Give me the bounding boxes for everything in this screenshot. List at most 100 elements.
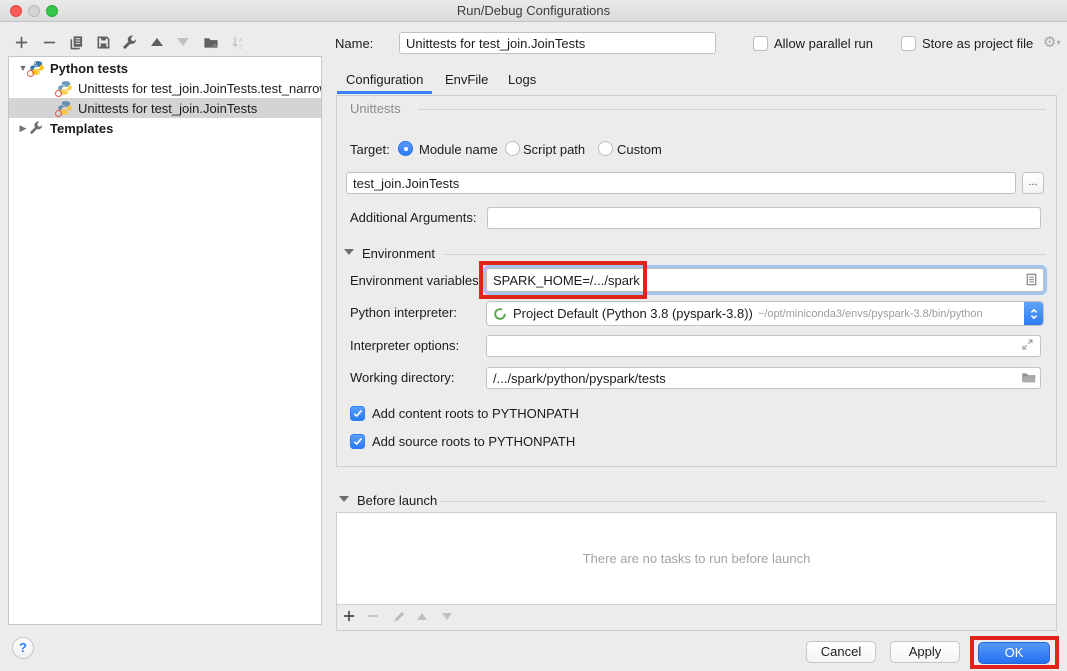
allow-parallel-run-checkbox[interactable] [753,36,768,51]
python-interpreter-label: Python interpreter: [350,302,457,324]
check-icon [353,437,363,446]
move-up-button[interactable] [147,32,167,52]
target-module-name-radio[interactable] [398,141,413,156]
python-interpreter-select[interactable]: Project Default (Python 3.8 (pyspark-3.8… [486,301,1044,326]
svg-text:a: a [238,36,242,43]
tree-item-unittests-test-narrow[interactable]: Unittests for test_join.JoinTests.test_n… [9,78,321,98]
before-launch-group-label: Before launch [357,490,437,512]
tree-item-templates[interactable]: ▶ Templates [9,118,321,138]
python-run-config-icon [57,100,73,116]
working-directory-label: Working directory: [350,367,455,389]
templates-wrench-icon [29,120,45,136]
python-tests-icon [29,60,45,76]
before-launch-empty-text: There are no tasks to run before launch [583,551,811,566]
save-icon [96,35,111,50]
window-title: Run/Debug Configurations [0,0,1067,21]
target-input[interactable] [346,172,1016,194]
copy-configuration-button[interactable] [66,32,86,52]
python-interpreter-path: ~/opt/miniconda3/envs/pyspark-3.8/bin/py… [758,308,983,320]
tab-envfile[interactable]: EnvFile [445,70,488,90]
chevron-down-icon: ▾ [1056,38,1060,47]
name-label: Name: [335,33,373,55]
environment-variables-label: Environment variables: [350,270,482,292]
before-launch-collapse-icon[interactable] [339,496,349,502]
svg-text:z: z [238,43,241,49]
before-launch-edit-button[interactable] [390,607,408,625]
tree-item-unittests-jointests[interactable]: Unittests for test_join.JoinTests [9,98,321,118]
interpreter-options-input[interactable] [486,335,1041,357]
sort-az-icon: az [230,35,245,50]
active-tab-underline [337,91,432,94]
interpreter-options-label: Interpreter options: [350,335,459,357]
target-script-path-radio[interactable] [505,141,520,156]
triangle-up-icon [417,613,427,620]
tests-badge-icon [55,90,62,97]
browse-target-button[interactable]: ... [1022,172,1044,194]
python-run-config-icon [57,80,73,96]
run-debug-configurations-dialog: Run/Debug Configurations az ▼ Python te [0,0,1067,671]
triangle-up-icon [151,38,163,46]
tests-badge-icon [55,110,62,117]
add-source-roots-label: Add source roots to PYTHONPATH [372,431,575,453]
group-rule [441,501,1046,502]
environment-variables-input[interactable] [486,268,1044,292]
save-configuration-button[interactable] [93,32,113,52]
store-options-gear-button[interactable]: ⚙▾ [1043,33,1060,51]
python-interpreter-value: Project Default (Python 3.8 (pyspark-3.8… [513,306,753,321]
working-directory-input[interactable] [486,367,1041,389]
tests-badge-icon [27,70,34,77]
target-custom-radio[interactable] [598,141,613,156]
store-as-project-file-checkbox[interactable] [901,36,916,51]
target-script-path-label: Script path [523,139,585,161]
group-rule [444,254,1046,255]
wrench-icon [122,35,137,50]
new-folder-button[interactable] [201,32,221,52]
minus-icon [43,36,56,49]
check-icon [353,409,363,418]
triangle-down-icon [177,38,189,46]
before-launch-move-down-button[interactable] [438,607,456,625]
name-input[interactable] [399,32,716,54]
tree-item-label: Templates [50,121,113,136]
environment-collapse-icon[interactable] [344,249,354,255]
copy-icon [69,35,84,50]
target-label: Target: [350,139,390,161]
minus-icon [367,610,379,622]
tree-item-label: Unittests for test_join.JoinTests [78,101,257,116]
before-launch-move-up-button[interactable] [413,607,431,625]
group-rule [418,109,1046,110]
configurations-tree: ▼ Python tests Unittests for test_join.J… [8,56,322,625]
sort-configurations-button[interactable]: az [227,32,247,52]
environment-group-label: Environment [362,243,435,265]
before-launch-add-button[interactable] [340,607,358,625]
before-launch-remove-button[interactable] [364,607,382,625]
new-folder-icon [203,35,219,50]
tab-configuration[interactable]: Configuration [346,70,423,90]
combo-stepper-icon[interactable] [1024,302,1043,325]
triangle-down-icon [442,613,452,620]
plus-icon [343,610,355,622]
remove-configuration-button[interactable] [39,32,59,52]
tab-logs[interactable]: Logs [508,70,536,90]
cancel-button[interactable]: Cancel [806,641,876,663]
ok-button[interactable]: OK [978,642,1050,664]
add-configuration-button[interactable] [11,32,31,52]
add-content-roots-label: Add content roots to PYTHONPATH [372,403,579,425]
pencil-icon [393,610,406,623]
help-button[interactable]: ? [12,637,34,659]
target-module-name-label: Module name [419,139,498,161]
collapse-arrow-icon[interactable]: ▶ [17,123,29,134]
tree-item-label: Python tests [50,61,128,76]
move-down-button[interactable] [173,32,193,52]
apply-button[interactable]: Apply [890,641,960,663]
target-custom-label: Custom [617,139,662,161]
edit-templates-button[interactable] [119,32,139,52]
additional-arguments-input[interactable] [487,207,1041,229]
before-launch-task-list[interactable]: There are no tasks to run before launch [337,513,1056,605]
conda-env-icon [493,307,507,321]
unittests-group-label: Unittests [350,98,401,120]
store-as-project-file-label: Store as project file [922,33,1033,55]
add-content-roots-checkbox[interactable] [350,406,365,421]
add-source-roots-checkbox[interactable] [350,434,365,449]
tree-item-python-tests[interactable]: ▼ Python tests [9,58,321,78]
